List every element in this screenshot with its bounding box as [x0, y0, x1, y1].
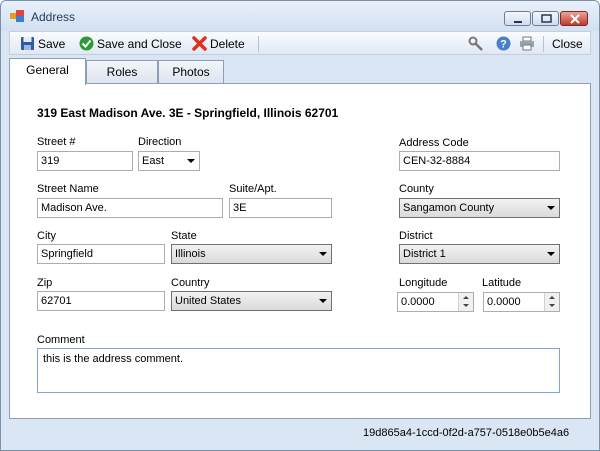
save-and-close-button[interactable]: Save and Close [79, 35, 182, 52]
street-name-input[interactable]: Madison Ave. [37, 198, 223, 218]
district-value: District 1 [403, 248, 446, 260]
close-button[interactable]: Close [552, 35, 583, 52]
county-value: Sangamon County [403, 202, 495, 214]
country-value: United States [175, 295, 242, 307]
street-number-input[interactable]: 319 [37, 151, 133, 171]
country-label: Country [171, 277, 210, 289]
close-icon [570, 14, 580, 24]
longitude-value: 0.0000 [401, 296, 435, 308]
spin-up-icon [549, 296, 555, 299]
address-code-input[interactable]: CEN-32-8884 [399, 151, 560, 171]
save-button[interactable]: Save [20, 35, 65, 52]
district-select[interactable]: District 1 [399, 244, 560, 264]
county-select[interactable]: Sangamon County [399, 198, 560, 218]
check-circle-icon [79, 36, 94, 51]
save-label: Save [38, 36, 66, 51]
county-label: County [399, 183, 434, 195]
window-title: Address [31, 10, 76, 24]
comment-label: Comment [37, 334, 85, 346]
chevron-down-icon [547, 206, 555, 210]
state-value: Illinois [175, 248, 206, 260]
latitude-spin-buttons[interactable] [544, 293, 559, 311]
toolbar-separator [258, 36, 259, 52]
print-button[interactable] [519, 35, 538, 52]
suite-label: Suite/Apt. [229, 183, 277, 195]
toolbar: Save Save and Close Delete ? Close [9, 31, 591, 55]
address-code-label: Address Code [399, 137, 469, 149]
title-bar[interactable]: Address [1, 1, 599, 31]
save-and-close-label: Save and Close [97, 36, 182, 51]
chevron-down-icon [547, 252, 555, 256]
toolbar-separator [543, 36, 544, 52]
state-select[interactable]: Illinois [171, 244, 332, 264]
chevron-down-icon [319, 252, 327, 256]
direction-label: Direction [138, 136, 182, 148]
spin-up-icon [463, 296, 469, 299]
address-window: Address Save Save and Close Delete ? Clo… [0, 0, 600, 451]
maximize-icon [541, 14, 552, 23]
delete-button[interactable]: Delete [192, 35, 245, 52]
street-name-label: Street Name [37, 183, 99, 195]
address-app-icon [10, 10, 24, 22]
address-heading: 319 East Madison Ave. 3E - Springfield, … [37, 106, 339, 120]
city-label: City [37, 230, 56, 242]
tools-icon [468, 36, 483, 51]
tab-photos[interactable]: Photos [158, 60, 224, 84]
zip-input[interactable]: 62701 [37, 291, 165, 311]
district-label: District [399, 230, 433, 242]
help-button[interactable]: ? [496, 35, 514, 52]
general-panel: 319 East Madison Ave. 3E - Springfield, … [9, 83, 591, 419]
longitude-spin-buttons[interactable] [458, 293, 473, 311]
comment-textarea[interactable]: this is the address comment. [37, 348, 560, 393]
tab-general[interactable]: General [9, 58, 86, 85]
latitude-label: Latitude [482, 277, 522, 289]
delete-x-icon [192, 36, 207, 51]
chevron-down-icon [319, 299, 327, 303]
tab-roles[interactable]: Roles [86, 60, 158, 84]
spin-down-icon [463, 304, 469, 307]
zip-label: Zip [37, 277, 53, 289]
suite-input[interactable]: 3E [229, 198, 332, 218]
longitude-spinner[interactable]: 0.0000 [397, 292, 474, 312]
street-number-label: Street # [37, 136, 76, 148]
floppy-disk-icon [21, 37, 34, 50]
city-input[interactable]: Springfield [37, 244, 165, 264]
svg-text:?: ? [500, 39, 507, 51]
country-select[interactable]: United States [171, 291, 332, 311]
close-label: Close [552, 36, 583, 51]
latitude-spinner[interactable]: 0.0000 [483, 292, 560, 312]
window-close-button[interactable] [560, 11, 588, 26]
record-id: 19d865a4-1ccd-0f2d-a757-0518e0b5e4a6 [363, 427, 570, 439]
delete-label: Delete [210, 36, 245, 51]
minimize-button[interactable] [504, 11, 531, 26]
state-label: State [171, 230, 197, 242]
direction-value: East [142, 155, 165, 167]
printer-icon [520, 36, 534, 51]
tools-button[interactable] [468, 35, 487, 52]
latitude-value: 0.0000 [487, 296, 521, 308]
longitude-label: Longitude [399, 277, 448, 289]
minimize-icon [514, 21, 522, 23]
spin-down-icon [549, 304, 555, 307]
chevron-down-icon [187, 159, 195, 163]
help-icon: ? [496, 36, 511, 51]
direction-select[interactable]: East [138, 151, 200, 171]
maximize-button[interactable] [532, 11, 559, 26]
